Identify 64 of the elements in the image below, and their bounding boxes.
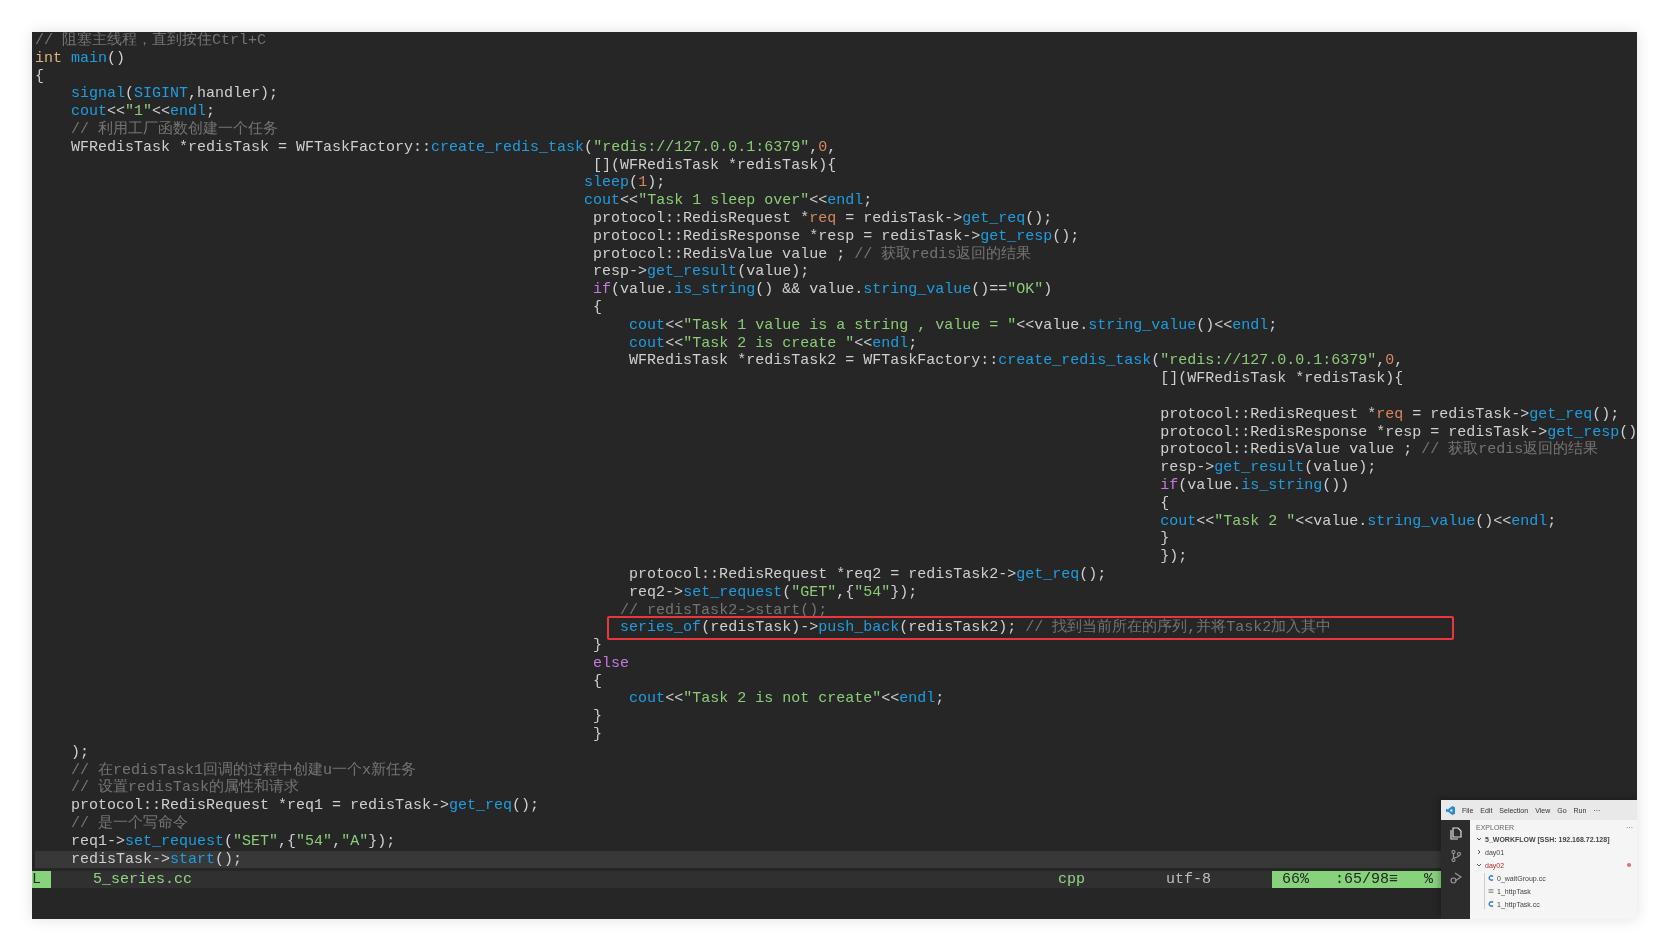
code-line: {: [593, 298, 603, 316]
code-line: int main(): [35, 49, 126, 67]
code-line: }: [593, 708, 603, 726]
code-line: {: [1160, 494, 1170, 512]
mode-indicator: L: [32, 871, 51, 888]
code-line: WFRedisTask *redisTask2 = WFTaskFactory::create_redis_task("redis://127.0.0.1:6379",0,: [629, 352, 1404, 370]
run-debug-icon[interactable]: [1449, 872, 1462, 884]
code-line: {: [593, 672, 603, 690]
code-line: protocol::RedisValue value ; // 获取redis返回的结果: [1160, 441, 1599, 459]
code-line: protocol::RedisResponse *resp = redisTask->get_resp();: [593, 227, 1080, 245]
code-line: protocol::RedisRequest *req = redisTask->get_req();: [1160, 405, 1620, 423]
code-line: protocol::RedisValue value ; // 获取redis返回的结果: [593, 245, 1032, 263]
code-line: cout<<"Task 2 is create "<<endl;: [629, 334, 918, 352]
branch-icon[interactable]: [1450, 850, 1461, 862]
files-icon[interactable]: [1449, 827, 1462, 840]
code-line: cout<<"Task 1 sleep over"<<endl;: [584, 192, 873, 210]
code-line: cout<<"Task 1 value is a string , value = "<<value.string_value()<<endl;: [629, 316, 1278, 334]
code-line: series_of(redisTask)->push_back(redisTask2); // 找到当前所在的序列,并将Task2加入其中: [620, 619, 1332, 637]
code-line: {: [35, 67, 44, 85]
code-comment: // 利用工厂函数创建一个任务: [71, 121, 279, 138]
code-line: resp->get_result(value);: [593, 263, 810, 281]
text-file-icon: [1488, 888, 1494, 894]
code-comment: // 设置redisTask的属性和请求: [71, 779, 300, 797]
code-line: }: [593, 637, 603, 655]
column-percent: %: [1424, 871, 1434, 888]
scroll-percent: 66%: [1282, 871, 1309, 888]
code-line: cout<<"Task 2 is not create"<<endl;: [629, 690, 945, 708]
code-line: sleep(1);: [584, 174, 666, 192]
code-line: [](WFRedisTask *redisTask){: [1160, 370, 1404, 388]
code-comment: // redisTask2->start();: [620, 601, 828, 619]
code-line: req1->set_request("SET",{"54","A"});: [71, 832, 396, 850]
code-line: }: [593, 726, 603, 744]
code-line: cout<<"1"<<endl;: [71, 103, 216, 121]
chevron-right-icon[interactable]: [1476, 849, 1482, 855]
code-comment: // 阻塞主线程，直到按住Ctrl+C: [35, 32, 266, 49]
code-line: protocol::RedisRequest *req1 = redisTask->get_req();: [71, 797, 540, 815]
code-line: cout<<"Task 2 "<<value.string_value()<<endl;: [1160, 512, 1557, 530]
code-line: WFRedisTask *redisTask = WFTaskFactory::create_redis_task("redis://127.0.0.1:6379",0,: [71, 138, 837, 156]
chevron-down-icon[interactable]: [1476, 862, 1482, 868]
code-line: resp->get_result(value);: [1160, 459, 1377, 477]
app-logo-icon: [1446, 805, 1455, 815]
code-line: else: [593, 654, 630, 672]
modified-dot: [1627, 863, 1631, 867]
file-icon: [1488, 875, 1494, 881]
code-line: signal(SIGINT,handler);: [71, 85, 279, 103]
code-line: protocol::RedisRequest *req2 = redisTask2->get_req();: [629, 565, 1107, 583]
file-encoding: utf-8: [1166, 871, 1212, 888]
file-name: 5_series.cc: [93, 871, 194, 888]
code-line: [](WFRedisTask *redisTask){: [593, 156, 837, 174]
code-line: });: [1160, 548, 1188, 566]
code-line: );: [71, 743, 90, 761]
code-line: }: [1160, 530, 1170, 548]
file-type: cpp: [1058, 871, 1086, 888]
code-comment: // 在redisTask1回调的过程中创建u一个x新任务: [71, 761, 417, 779]
code-comment: // 是一个写命令: [71, 815, 189, 833]
code-line: if(value.is_string()): [1160, 476, 1350, 494]
code-line: if(value.is_string() && value.string_value()=="OK"): [593, 281, 1053, 299]
cursor-position: :65/98≡: [1335, 871, 1399, 888]
code-line: protocol::RedisResponse *resp = redisTask->get_resp(): [1160, 423, 1637, 441]
code-line: req2->set_request("GET",{"54"});: [629, 583, 918, 601]
code-line: protocol::RedisRequest *req = redisTask->get_req();: [593, 209, 1053, 227]
file-icon: [1488, 901, 1494, 907]
code-line: redisTask->start();: [71, 850, 243, 868]
chevron-down-icon[interactable]: [1476, 836, 1482, 842]
